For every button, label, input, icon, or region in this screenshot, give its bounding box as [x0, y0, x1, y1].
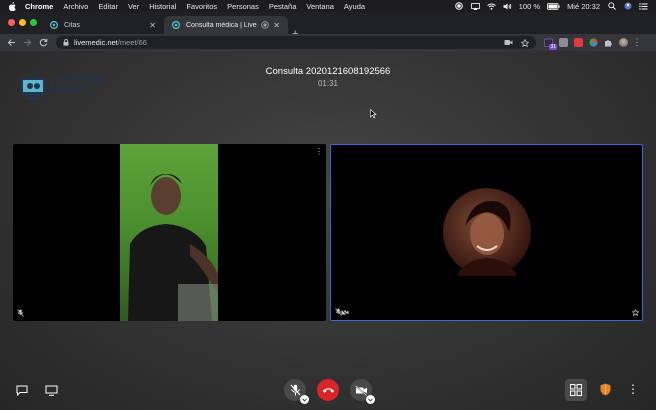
hangup-icon	[322, 388, 334, 393]
spotlight-search-icon[interactable]	[607, 2, 616, 10]
tab-close-icon[interactable]: ✕	[273, 21, 280, 30]
menu-ver[interactable]: Ver	[128, 2, 139, 11]
user-circle-icon[interactable]	[623, 2, 632, 10]
extension-gray-icon[interactable]	[559, 38, 568, 47]
participant-video-tile[interactable]: ⋮	[13, 144, 326, 321]
mouse-cursor-icon	[370, 109, 377, 119]
address-bar[interactable]: livemedic.net/meet/66	[56, 36, 536, 49]
hangup-button[interactable]	[317, 379, 339, 401]
toggle-mic-button[interactable]	[284, 379, 309, 404]
extension-red-icon[interactable]	[574, 38, 583, 47]
airplay-icon[interactable]	[470, 2, 480, 10]
url-path: /meet/66	[117, 38, 147, 47]
toggle-camera-button[interactable]	[350, 379, 375, 404]
mic-muted-icon	[16, 309, 24, 317]
menu-historial[interactable]: Historial	[149, 2, 176, 11]
forward-icon[interactable]	[22, 37, 33, 48]
calendar-badge: 31	[549, 44, 557, 50]
extensions-area: 31 ⋮	[544, 37, 642, 50]
menu-ayuda[interactable]: Ayuda	[344, 2, 365, 11]
menubar-app-name[interactable]: Chrome	[25, 2, 53, 11]
tab-title: Citas	[64, 21, 80, 29]
chevron-down-icon[interactable]	[300, 395, 309, 404]
camera-off-icon	[354, 384, 367, 396]
screen-share-icon[interactable]	[44, 383, 58, 397]
tab-close-icon[interactable]: ✕	[149, 21, 156, 30]
window-controls	[8, 19, 37, 26]
volume-icon[interactable]	[503, 3, 512, 10]
menu-personas[interactable]: Personas	[227, 2, 259, 11]
pin-star-icon[interactable]	[631, 308, 639, 316]
window-close-button[interactable]	[8, 19, 15, 26]
back-icon[interactable]	[6, 37, 17, 48]
wifi-icon[interactable]	[487, 3, 496, 10]
menu-archivo[interactable]: Archivo	[63, 2, 88, 11]
tab-citas[interactable]: Citas ✕	[42, 16, 164, 34]
chevron-down-icon[interactable]	[366, 395, 375, 404]
battery-icon[interactable]	[547, 2, 560, 10]
media-recording-icon[interactable]	[261, 21, 270, 29]
menu-pestana[interactable]: Pestaña	[269, 2, 297, 11]
apple-icon[interactable]	[8, 1, 16, 11]
chat-icon[interactable]	[15, 383, 29, 397]
browser-toolbar: livemedic.net/meet/66 31 ⋮	[0, 34, 656, 51]
menu-favoritos[interactable]: Favoritos	[186, 2, 217, 11]
grid-layout-button[interactable]	[565, 379, 587, 401]
url-host: livemedic.net	[74, 38, 118, 47]
record-icon[interactable]	[455, 2, 464, 10]
calendar-extension-icon[interactable]: 31	[544, 38, 557, 50]
reload-icon[interactable]	[38, 37, 49, 48]
camera-in-use-icon[interactable]	[504, 39, 513, 46]
avatar-face	[457, 201, 517, 276]
profile-avatar-icon[interactable]	[619, 38, 628, 47]
camera-off-small-icon	[341, 308, 349, 316]
bookmark-star-icon[interactable]	[521, 38, 529, 47]
menu-editar[interactable]: Editar	[98, 2, 118, 11]
lock-icon	[63, 39, 69, 46]
more-vert-icon[interactable]: ⋮	[626, 382, 640, 396]
chrome-menu-icon[interactable]: ⋮	[633, 37, 642, 47]
grid-layout-icon	[570, 384, 582, 396]
self-video-tile[interactable]	[330, 144, 643, 321]
participant-silhouette	[128, 174, 218, 321]
participant-avatar	[443, 188, 531, 276]
window-minimize-button[interactable]	[19, 19, 26, 26]
macos-menubar: Chrome Archivo Editar Ver Historial Favo…	[0, 0, 656, 12]
extensions-puzzle-icon[interactable]	[604, 38, 613, 47]
browser-tab-strip: Citas ✕ Consulta médica | LiveMedic ✕ +	[0, 12, 656, 40]
tile-options-icon[interactable]: ⋮	[315, 147, 323, 156]
window-zoom-button[interactable]	[30, 19, 37, 26]
shield-icon[interactable]	[598, 382, 612, 396]
call-timer: 01:31	[317, 79, 339, 88]
livemedic-favicon-icon	[172, 21, 180, 29]
livemedic-favicon-icon	[50, 21, 58, 29]
meeting-page: LIVEMEDIC EDGLEY Consulta 20201216081925…	[0, 51, 656, 410]
tab-title: Consulta médica | LiveMedic	[186, 21, 257, 29]
mic-off-icon	[290, 384, 300, 396]
remote-camera-feed	[120, 144, 218, 321]
menubar-clock[interactable]: Mié 20:32	[567, 2, 600, 11]
menu-ventana[interactable]: Ventana	[306, 2, 334, 11]
control-center-icon[interactable]	[639, 2, 648, 10]
extension-colorful-icon[interactable]	[589, 38, 598, 47]
meeting-title: Consulta 2020121608192566	[265, 66, 391, 77]
battery-percent: 100 %	[518, 1, 541, 11]
tab-consulta[interactable]: Consulta médica | LiveMedic ✕	[164, 16, 288, 34]
